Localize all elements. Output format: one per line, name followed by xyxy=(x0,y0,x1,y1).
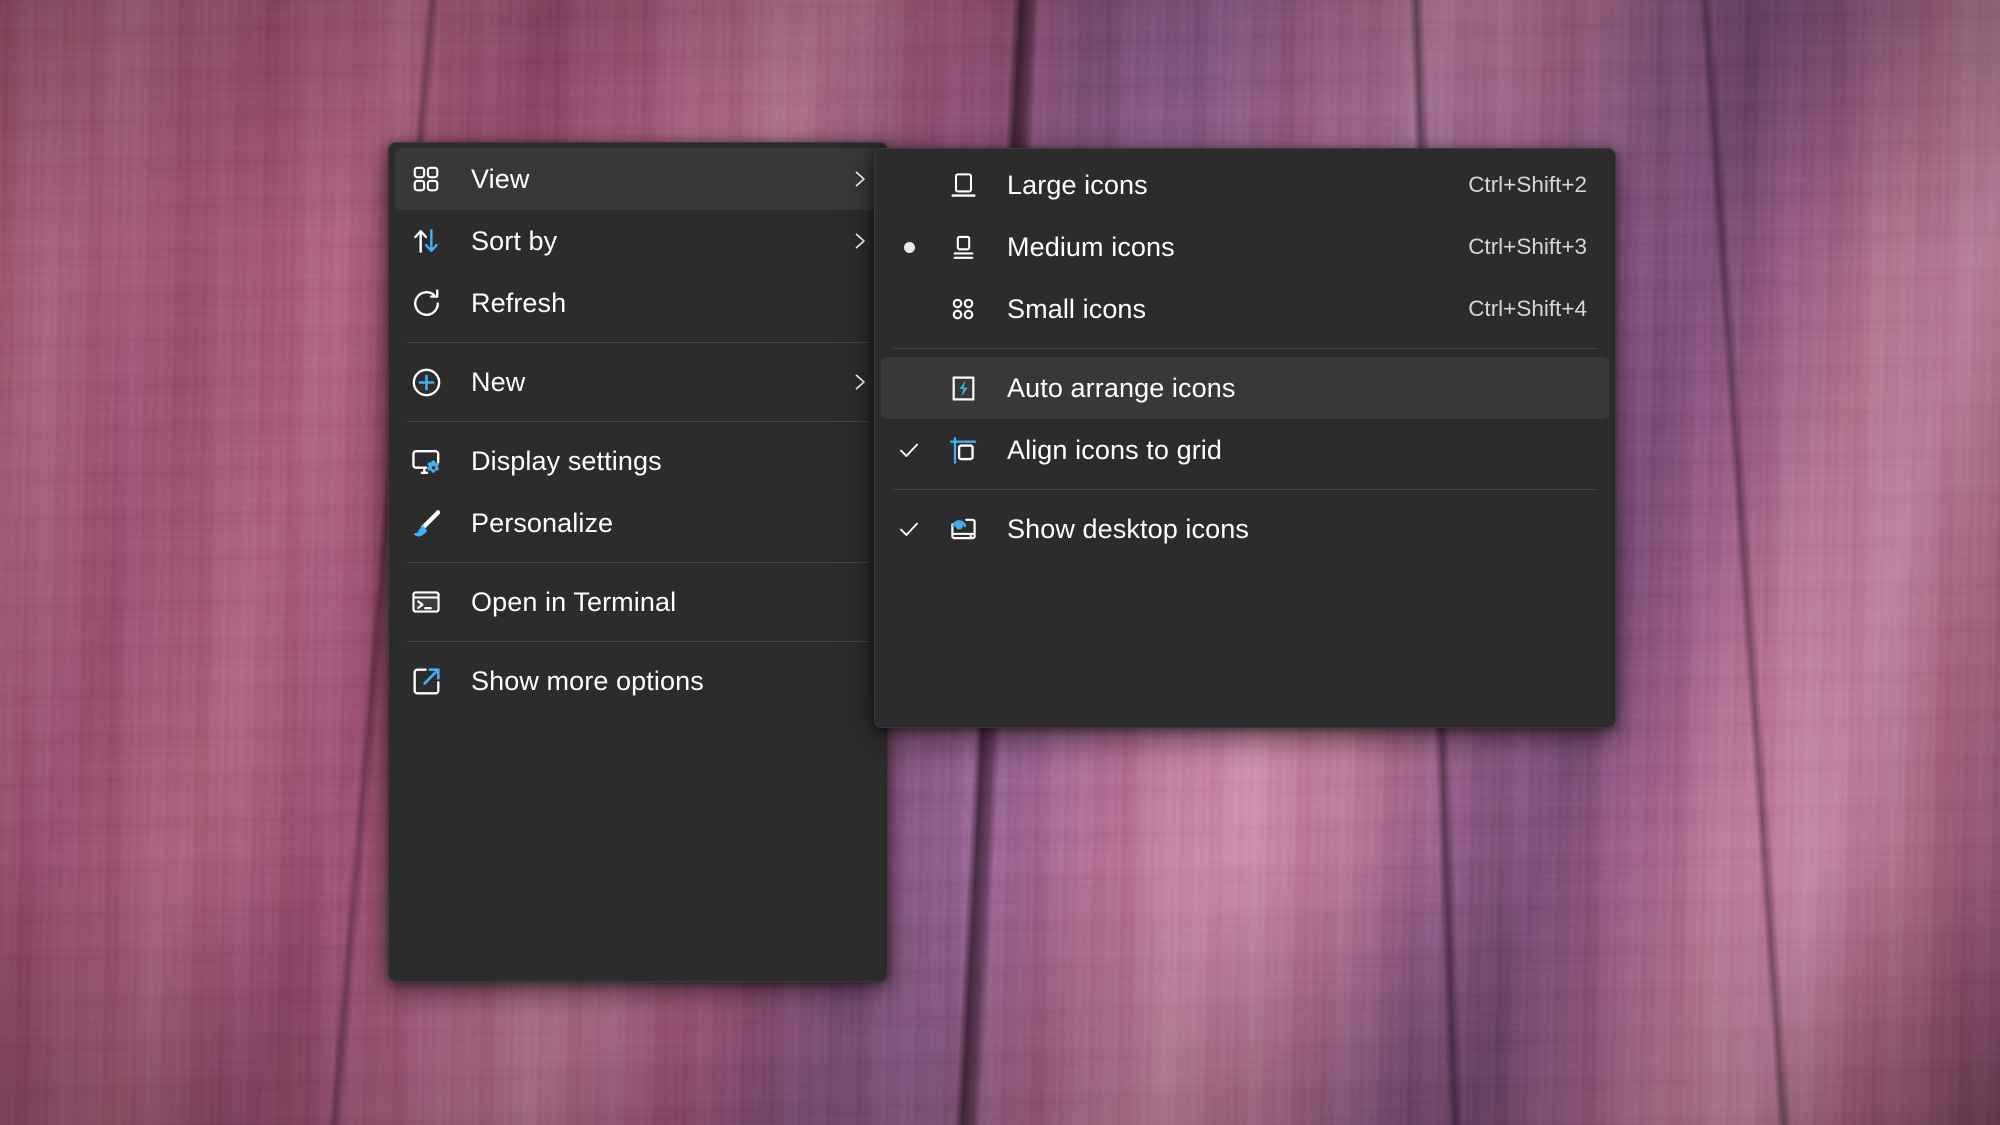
auto-arrange-icon xyxy=(937,357,989,419)
submenu-item-label: Show desktop icons xyxy=(1007,513,1249,544)
menu-item-label: Refresh xyxy=(471,287,567,318)
submenu-item-align-icons-to-grid[interactable]: Align icons to grid xyxy=(881,419,1609,481)
show-desktop-icon xyxy=(937,498,989,560)
menu-item-label: Personalize xyxy=(471,507,614,538)
menu-item-label: New xyxy=(471,366,526,397)
menu-separator xyxy=(407,342,869,343)
submenu-item-label: Small icons xyxy=(1007,293,1147,324)
submenu-separator xyxy=(893,489,1597,490)
shortcut-label: Ctrl+Shift+4 xyxy=(1468,296,1587,321)
plus-circle-icon xyxy=(395,351,457,413)
radio-selected-icon xyxy=(881,216,937,278)
small-icons-icon xyxy=(937,278,989,340)
submenu-item-large-icons[interactable]: Large icons Ctrl+Shift+2 xyxy=(881,154,1609,216)
menu-separator xyxy=(407,421,869,422)
large-icons-icon xyxy=(937,154,989,216)
submenu-item-label: Align icons to grid xyxy=(1007,434,1223,465)
check-slot xyxy=(881,278,937,340)
grid-icon xyxy=(395,148,457,210)
submenu-separator xyxy=(893,348,1597,349)
menu-item-sort-by[interactable]: Sort by xyxy=(395,210,881,272)
refresh-icon xyxy=(395,272,457,334)
shortcut-label: Ctrl+Shift+2 xyxy=(1468,172,1587,197)
menu-item-label: Display settings xyxy=(471,445,662,476)
view-submenu[interactable]: Large icons Ctrl+Shift+2 Medium icons Ct… xyxy=(874,148,1616,728)
submenu-item-label: Medium icons xyxy=(1007,231,1175,262)
menu-item-personalize[interactable]: Personalize xyxy=(395,492,881,554)
paintbrush-icon xyxy=(395,492,457,554)
menu-item-label: Show more options xyxy=(471,665,704,696)
submenu-item-medium-icons[interactable]: Medium icons Ctrl+Shift+3 xyxy=(881,216,1609,278)
monitor-gear-icon xyxy=(395,430,457,492)
check-slot xyxy=(881,154,937,216)
menu-item-view[interactable]: View xyxy=(395,148,881,210)
terminal-icon xyxy=(395,571,457,633)
submenu-item-label: Auto arrange icons xyxy=(1007,372,1236,403)
menu-item-label: View xyxy=(471,163,530,194)
submenu-item-show-desktop-icons[interactable]: Show desktop icons xyxy=(881,498,1609,560)
menu-item-show-more-options[interactable]: Show more options xyxy=(395,650,881,712)
check-slot xyxy=(881,357,937,419)
align-grid-icon xyxy=(937,419,989,481)
medium-icons-icon xyxy=(937,216,989,278)
submenu-item-auto-arrange-icons[interactable]: Auto arrange icons xyxy=(881,357,1609,419)
menu-item-refresh[interactable]: Refresh xyxy=(395,272,881,334)
menu-item-label: Open in Terminal xyxy=(471,586,677,617)
menu-item-open-in-terminal[interactable]: Open in Terminal xyxy=(395,571,881,633)
checkmark-icon xyxy=(881,419,937,481)
submenu-item-small-icons[interactable]: Small icons Ctrl+Shift+4 xyxy=(881,278,1609,340)
menu-separator xyxy=(407,562,869,563)
shortcut-label: Ctrl+Shift+3 xyxy=(1468,234,1587,259)
menu-separator xyxy=(407,641,869,642)
menu-item-new[interactable]: New xyxy=(395,351,881,413)
desktop[interactable]: View Sort by Refresh New Display setting… xyxy=(0,0,2000,1125)
submenu-item-label: Large icons xyxy=(1007,169,1148,200)
open-external-icon xyxy=(395,650,457,712)
desktop-context-menu[interactable]: View Sort by Refresh New Display setting… xyxy=(388,142,888,982)
checkmark-icon xyxy=(881,498,937,560)
sort-arrows-icon xyxy=(395,210,457,272)
menu-item-display-settings[interactable]: Display settings xyxy=(395,430,881,492)
menu-item-label: Sort by xyxy=(471,225,558,256)
